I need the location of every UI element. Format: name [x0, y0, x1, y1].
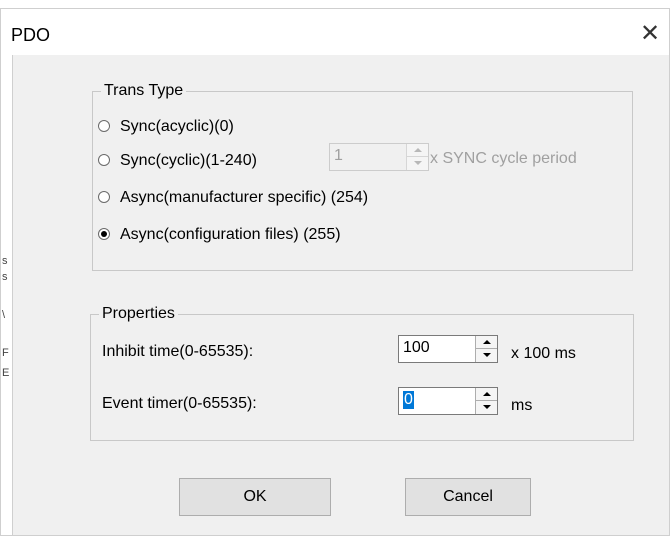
sync-cycle-value: 1: [334, 147, 343, 164]
inhibit-time-label: Inhibit time(0-65535):: [102, 343, 254, 360]
background-strip: [0, 0, 670, 8]
trans-type-legend: Trans Type: [101, 82, 187, 100]
event-timer-stepper[interactable]: 0: [398, 387, 498, 415]
edge-mark: E: [2, 367, 10, 379]
dialog-title: PDO: [11, 25, 51, 45]
inhibit-time-stepper[interactable]: 100: [398, 335, 498, 363]
spin-up-icon[interactable]: [476, 336, 497, 349]
radio-async-manufacturer[interactable]: Async(manufacturer specific) (254): [98, 189, 368, 207]
trans-type-group: Trans Type Sync(acyclic)(0) Sync(cyclic)…: [92, 82, 633, 271]
spin-down-icon[interactable]: [476, 401, 497, 414]
background-window-edge: s s \ F E: [1, 55, 13, 535]
sync-cycle-stepper: 1: [329, 143, 429, 171]
sync-cycle-spin-buttons: [406, 144, 428, 170]
event-timer-spin-buttons[interactable]: [475, 388, 497, 414]
radio-button[interactable]: [98, 154, 110, 166]
sync-cycle-suffix: x SYNC cycle period: [430, 150, 577, 167]
close-icon[interactable]: ✕: [635, 19, 665, 49]
radio-label: Async(manufacturer specific) (254): [120, 189, 369, 206]
title-bar: PDO ✕: [1, 9, 669, 55]
inhibit-time-unit: x 100 ms: [511, 345, 576, 362]
radio-button[interactable]: [98, 191, 110, 203]
radio-label: Async(configuration files) (255): [120, 226, 341, 243]
properties-group: Properties Inhibit time(0-65535): 100 x …: [90, 305, 634, 441]
spin-down-icon: [407, 157, 428, 170]
pdo-dialog: PDO ✕ s s \ F E Trans Type Sync(acyclic)…: [0, 8, 670, 536]
radio-sync-acyclic[interactable]: Sync(acyclic)(0): [98, 118, 234, 136]
edge-mark: s: [2, 271, 8, 283]
event-timer-unit: ms: [511, 397, 533, 414]
event-timer-label: Event timer(0-65535):: [102, 395, 257, 412]
radio-sync-cyclic[interactable]: Sync(cyclic)(1-240): [98, 152, 257, 170]
inhibit-time-value[interactable]: 100: [403, 339, 430, 357]
cancel-button[interactable]: Cancel: [405, 478, 531, 516]
spin-down-icon[interactable]: [476, 349, 497, 362]
spin-up-icon: [407, 144, 428, 157]
ok-button[interactable]: OK: [179, 478, 331, 516]
radio-label: Sync(acyclic)(0): [120, 118, 234, 135]
radio-async-configuration[interactable]: Async(configuration files) (255): [98, 226, 341, 244]
event-timer-value[interactable]: 0: [403, 391, 414, 409]
radio-label: Sync(cyclic)(1-240): [120, 152, 257, 169]
edge-mark: s: [2, 255, 8, 267]
radio-button[interactable]: [98, 120, 110, 132]
edge-mark: F: [2, 347, 9, 359]
spin-up-icon[interactable]: [476, 388, 497, 401]
radio-button-selected[interactable]: [98, 228, 110, 240]
inhibit-time-spin-buttons[interactable]: [475, 336, 497, 362]
properties-legend: Properties: [99, 305, 178, 323]
edge-mark: \: [2, 309, 6, 321]
